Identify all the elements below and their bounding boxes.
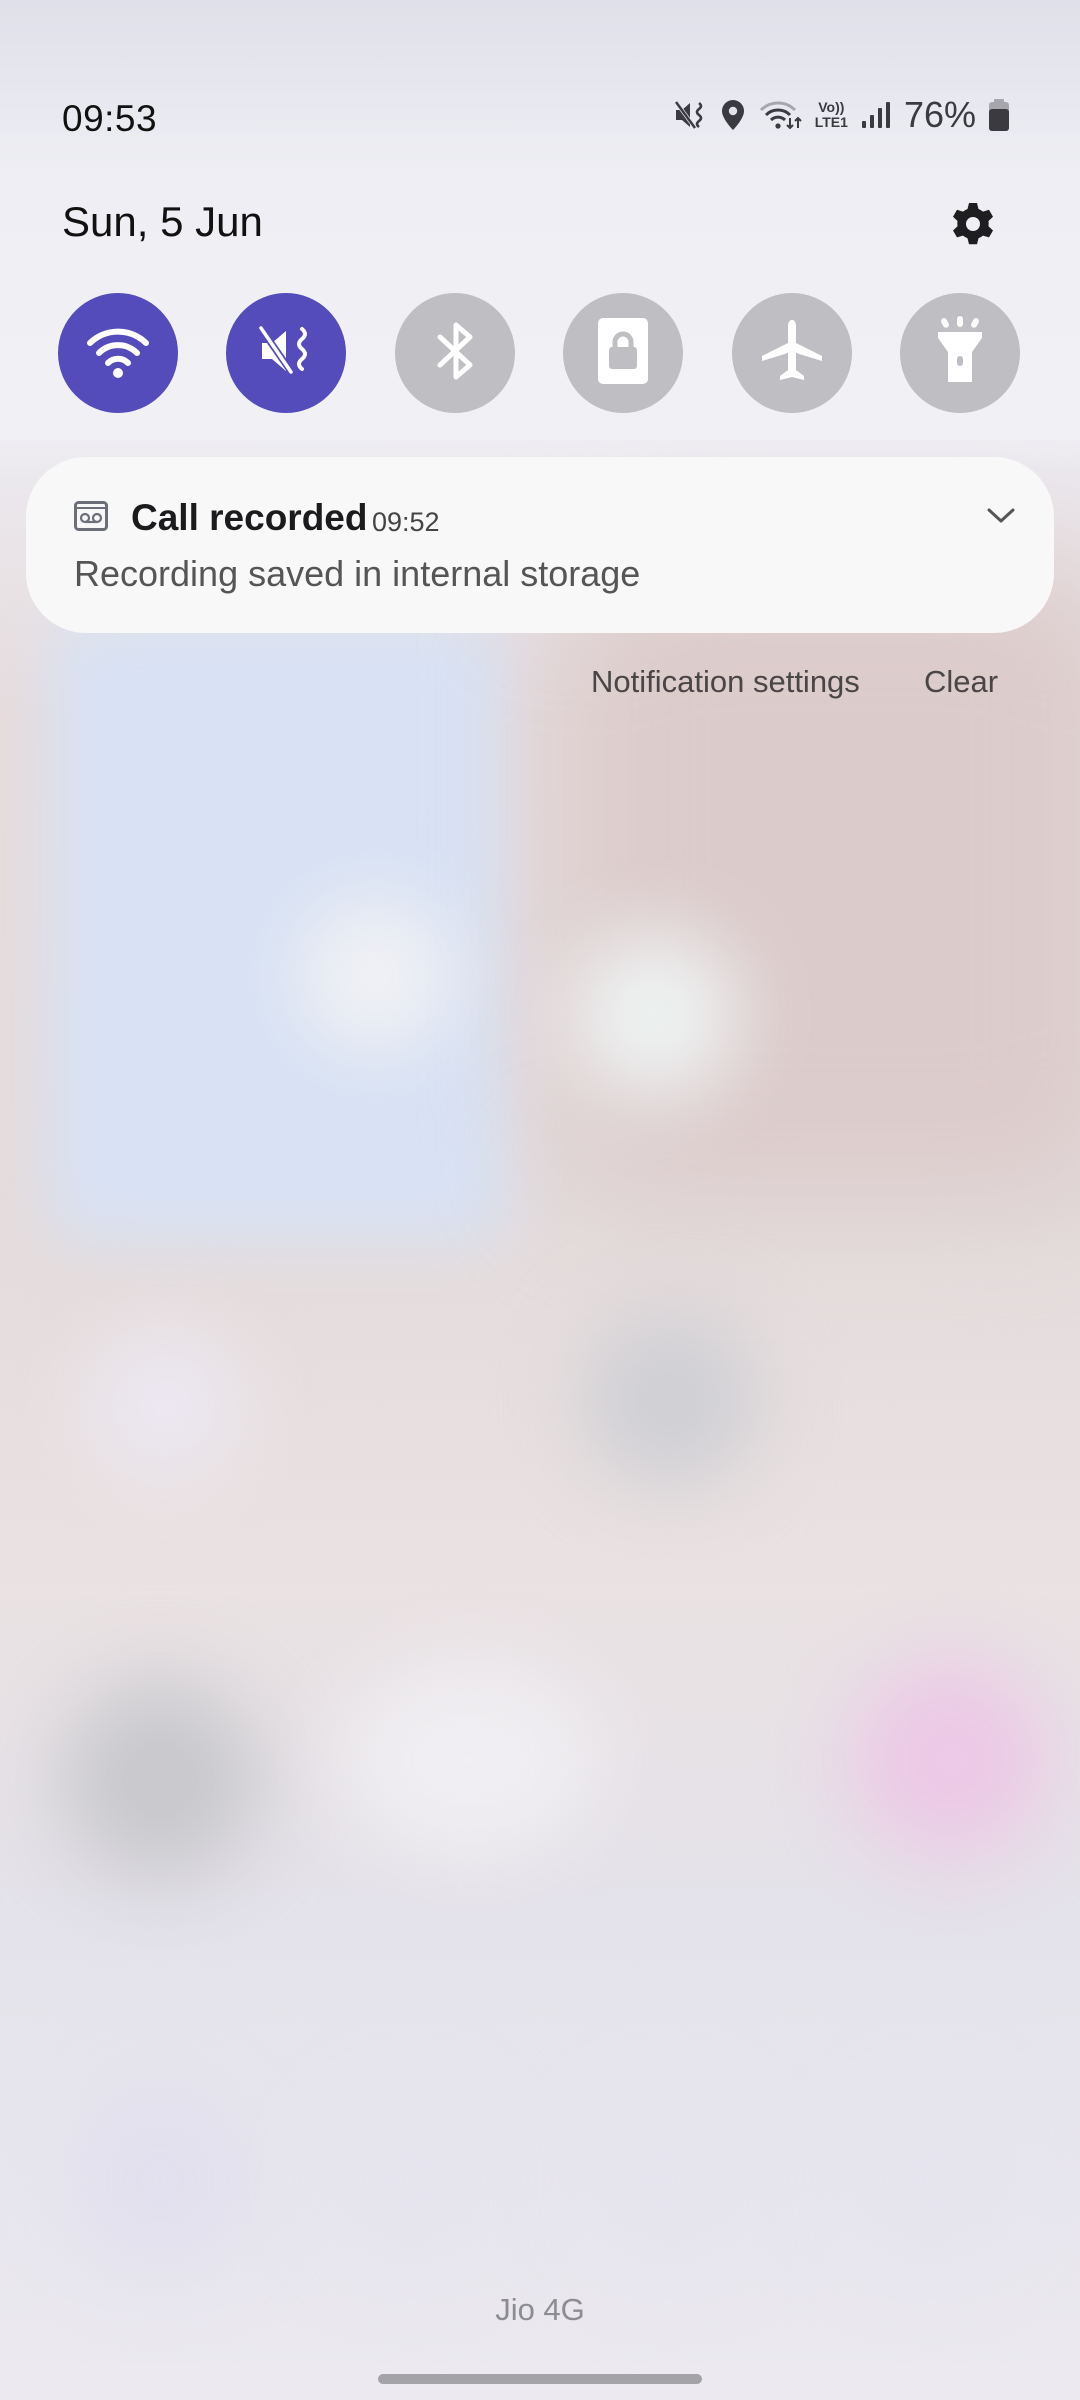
battery-percent: 76% bbox=[903, 94, 976, 135]
volte-lte-icon: Vo)) LTE1 bbox=[814, 99, 848, 130]
notification-title: Call recorded bbox=[131, 497, 368, 538]
settings-button[interactable] bbox=[945, 198, 1001, 254]
wifi-data-icon bbox=[759, 98, 803, 132]
wifi-icon bbox=[86, 323, 150, 384]
chevron-down-icon bbox=[986, 505, 1016, 530]
location-icon bbox=[719, 98, 747, 132]
home-gesture-bar[interactable] bbox=[378, 2374, 702, 2384]
clear-button[interactable]: Clear bbox=[924, 664, 998, 700]
qs-tile-flashlight[interactable] bbox=[899, 293, 1020, 413]
notification-card[interactable]: Call recorded 09:52 Recording saved in i… bbox=[26, 457, 1054, 633]
signal-icon bbox=[860, 100, 890, 130]
qs-tile-secure-folder[interactable] bbox=[563, 293, 684, 413]
quick-settings-row bbox=[58, 293, 1020, 413]
voicemail-tape-icon bbox=[74, 501, 108, 536]
notification-settings-button[interactable]: Notification settings bbox=[591, 664, 860, 700]
notification-actions: Notification settings Clear bbox=[0, 660, 1080, 710]
status-icons: Vo)) LTE1 76% bbox=[673, 94, 1010, 136]
expand-notification-button[interactable] bbox=[976, 497, 1026, 537]
mute-vibrate-icon bbox=[673, 98, 707, 132]
qs-tile-sound-mute[interactable] bbox=[226, 293, 347, 413]
lock-icon bbox=[596, 316, 650, 391]
airplane-icon bbox=[759, 318, 825, 389]
bluetooth-icon bbox=[430, 319, 480, 388]
gear-icon bbox=[949, 200, 997, 253]
flashlight-icon bbox=[935, 315, 985, 391]
clock: 09:53 bbox=[62, 98, 158, 139]
qs-tile-airplane-mode[interactable] bbox=[731, 293, 852, 413]
notification-time: 09:52 bbox=[372, 507, 440, 537]
date: Sun, 5 Jun bbox=[62, 198, 263, 245]
mute-vibrate-icon bbox=[256, 321, 316, 386]
qs-tile-wifi[interactable] bbox=[58, 293, 178, 413]
status-bar: 09:53 Vo)) LTE1 76% bbox=[0, 90, 1080, 150]
carrier-label: Jio 4G bbox=[495, 2292, 585, 2327]
notification-body: Recording saved in internal storage bbox=[74, 553, 641, 594]
battery-icon bbox=[988, 98, 1010, 132]
qs-tile-bluetooth[interactable] bbox=[394, 293, 515, 413]
